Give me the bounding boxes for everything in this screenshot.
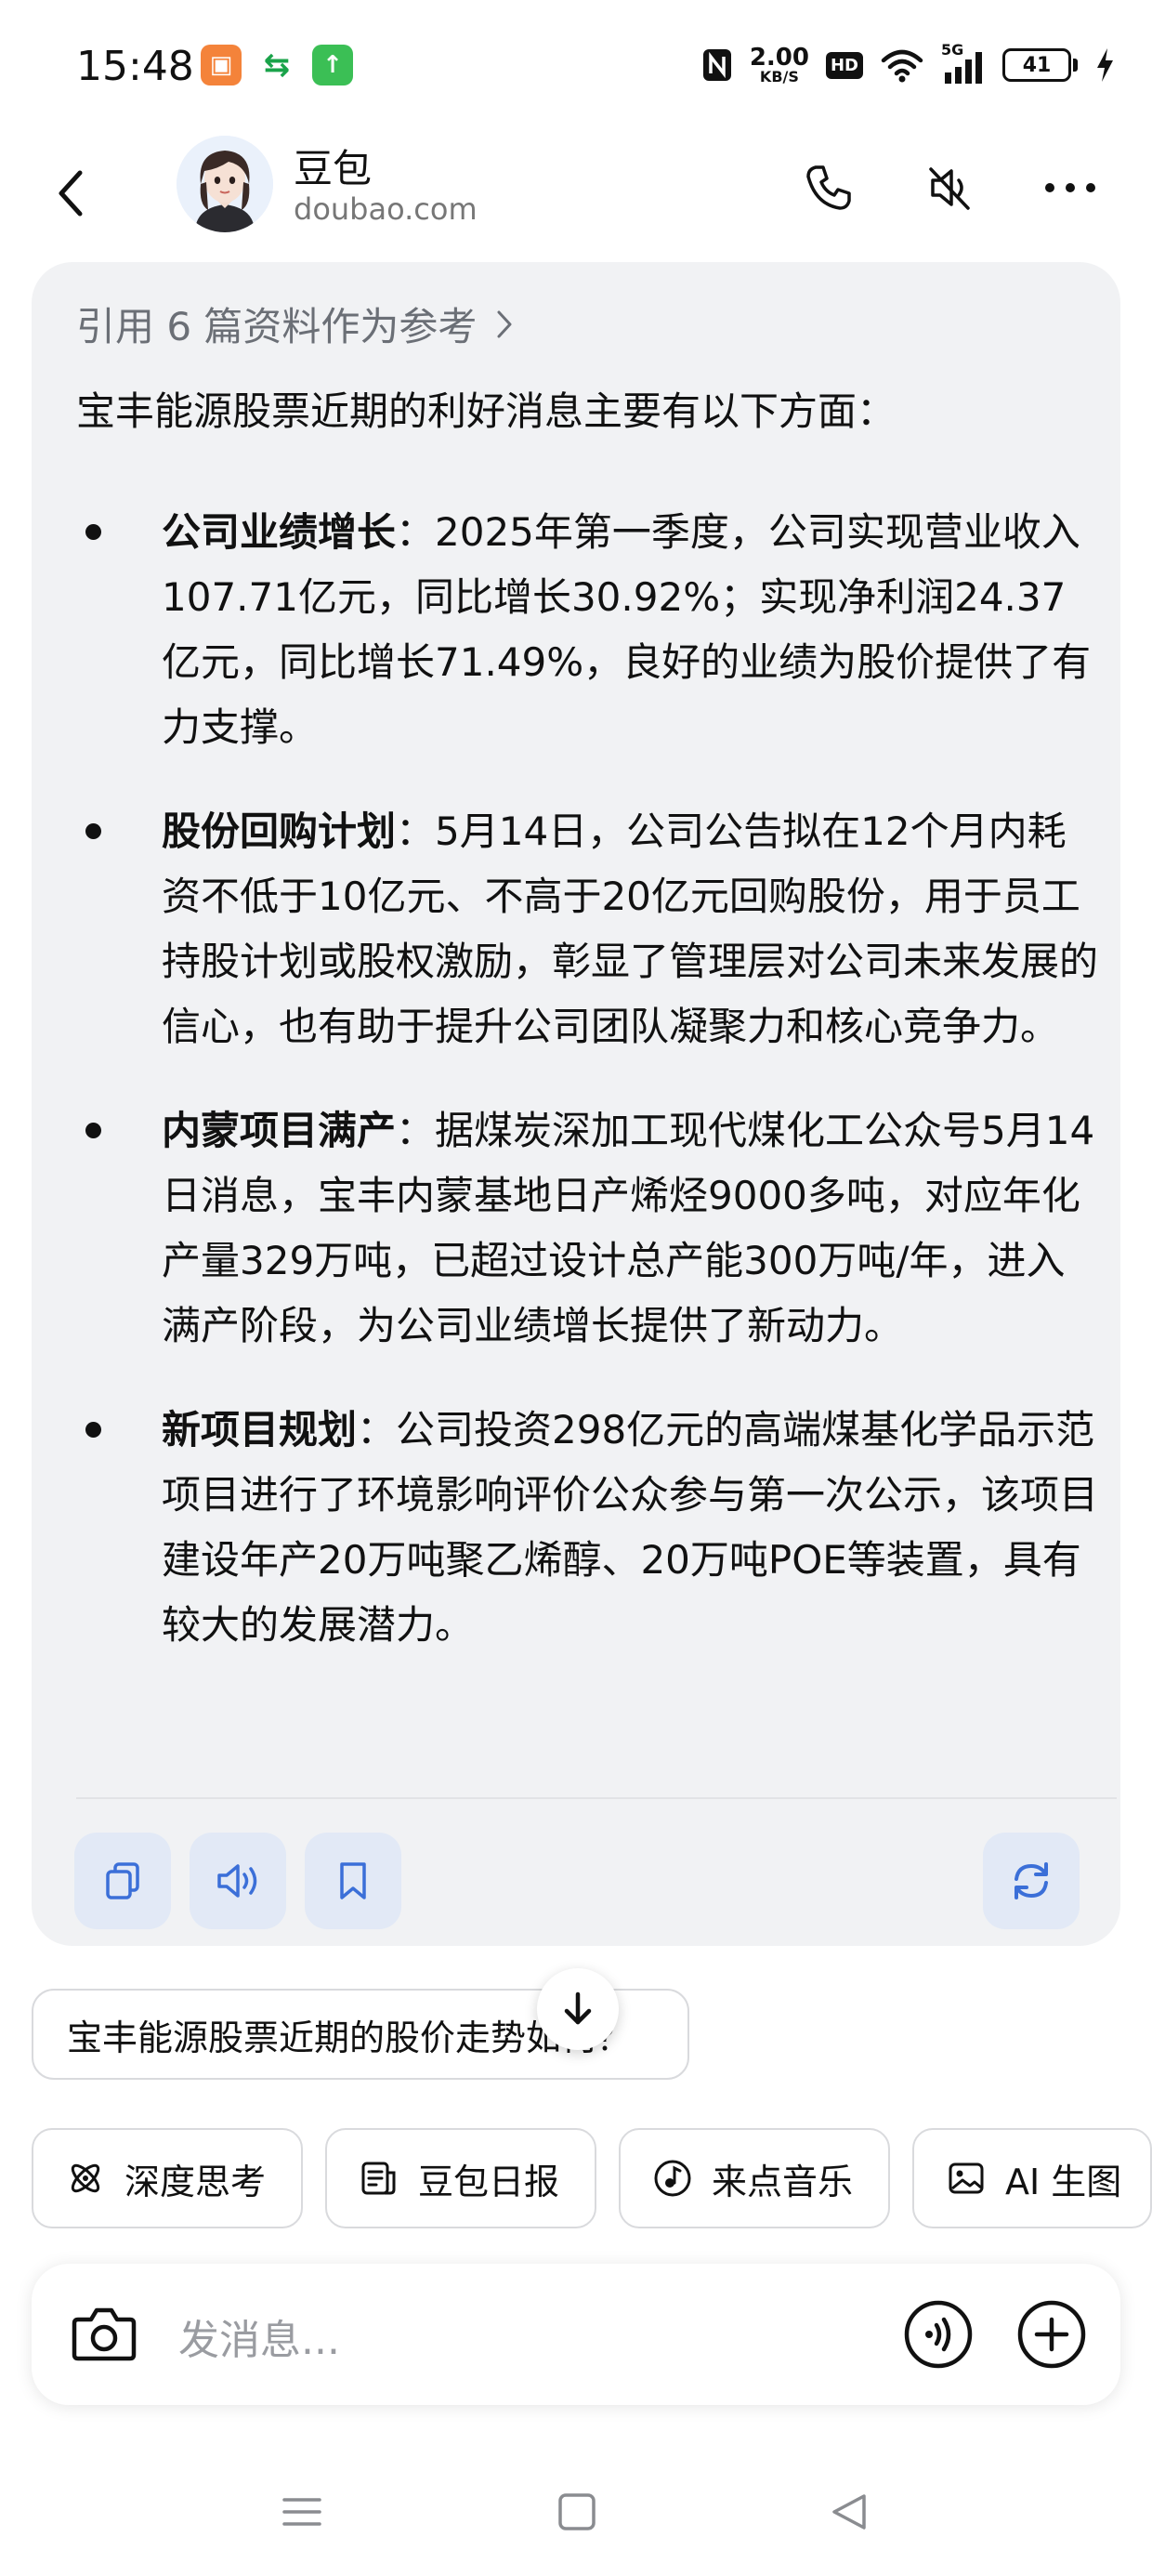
voice-input-icon[interactable] [903, 2299, 974, 2370]
bullet-item: 股份回购计划：5月14日，公司公告拟在12个月内耗资不低于10亿元、不高于20亿… [76, 799, 1098, 1059]
bullet-dot [85, 823, 101, 839]
bookmark-button[interactable] [305, 1833, 401, 1929]
chip-label: AI 生图 [1005, 2161, 1122, 2202]
network-speed: 2.00 KB/S [749, 44, 809, 85]
speaker-icon [217, 1864, 257, 1898]
notification-app-icon-2: ⇆ [256, 45, 297, 85]
plus-circle-icon[interactable] [1016, 2299, 1087, 2370]
refresh-icon [1015, 1862, 1048, 1899]
system-navigation-bar [0, 2453, 1152, 2576]
music-icon [654, 2160, 691, 2197]
bullet-dot [85, 524, 101, 540]
battery-icon: 41 [1002, 48, 1078, 82]
read-aloud-button[interactable] [190, 1833, 286, 1929]
references-label: 引用 6 篇资料作为参考 [76, 304, 478, 349]
status-time: 15:48 [76, 43, 194, 90]
chip-label: 深度思考 [124, 2161, 267, 2202]
speaker-muted-icon [929, 167, 970, 210]
notification-app-icon-3: ↑ [312, 45, 353, 85]
camera-icon[interactable] [69, 2301, 139, 2368]
phone-icon [806, 165, 851, 210]
arrow-down-icon [564, 1991, 592, 2025]
card-divider [76, 1797, 1117, 1799]
nfc-icon [702, 49, 731, 81]
back-triangle-icon[interactable] [827, 2489, 873, 2535]
assistant-message-card: 引用 6 篇资料作为参考 宝丰能源股票近期的利好消息主要有以下方面： 公司业绩增… [32, 262, 1120, 1946]
newspaper-icon [361, 2162, 396, 2195]
bot-domain: doubao.com [294, 191, 478, 227]
bookmark-icon [340, 1862, 366, 1899]
avatar[interactable] [177, 136, 273, 232]
status-bar: 15:48 ▣ ⇆ ↑ 2.00 KB/S HD 5G 41 [0, 0, 1152, 130]
image-icon [949, 2162, 984, 2194]
mute-speaker-button[interactable] [920, 158, 979, 217]
bullet-item: 公司业绩增长：2025年第一季度，公司实现营业收入107.71亿元，同比增长30… [76, 500, 1098, 760]
notification-app-icon-1: ▣ [201, 45, 242, 85]
message-input[interactable]: 发消息... [178, 2307, 340, 2366]
more-dots-icon [1045, 183, 1095, 192]
battery-level: 41 [1022, 53, 1052, 77]
bullet-list: 公司业绩增长：2025年第一季度，公司实现营业收入107.71亿元，同比增长30… [76, 500, 1098, 1697]
chevron-right-icon [497, 310, 512, 337]
bullet-title: 新项目规划 [162, 1407, 358, 1452]
cellular-signal-icon: 5G [941, 41, 986, 85]
regenerate-button[interactable] [983, 1833, 1080, 1929]
chip-ai-image[interactable]: AI 生图 [912, 2128, 1152, 2228]
phone-call-button[interactable] [799, 158, 858, 217]
chip-deep-thinking[interactable]: 深度思考 [32, 2128, 303, 2228]
chip-label: 豆包日报 [418, 2161, 560, 2202]
hd-badge: HD [825, 51, 863, 79]
message-input-bar: 发消息... [32, 2264, 1120, 2405]
message-intro: 宝丰能源股票近期的利好消息主要有以下方面： [76, 388, 897, 434]
copy-button[interactable] [74, 1833, 171, 1929]
menu-lines-icon[interactable] [279, 2489, 325, 2535]
copy-icon [106, 1862, 139, 1899]
references-link[interactable]: 引用 6 篇资料作为参考 [76, 296, 514, 352]
bullet-item: 内蒙项目满产：据煤炭深加工现代煤化工公众号5月14日消息，宝丰内蒙基地日产烯烃9… [76, 1098, 1098, 1359]
bullet-dot [85, 1123, 101, 1138]
status-icons: 2.00 KB/S HD 5G 41 [701, 37, 1115, 93]
charging-bolt-icon [1097, 48, 1113, 82]
back-arrow-icon[interactable] [45, 151, 100, 234]
bullet-title: 公司业绩增长 [162, 509, 397, 555]
scroll-to-bottom-button[interactable] [537, 1968, 619, 2050]
chip-label: 来点音乐 [712, 2161, 854, 2202]
wifi-icon [881, 49, 923, 83]
bullet-title: 股份回购计划 [162, 808, 397, 854]
bullet-dot [85, 1422, 101, 1438]
atom-icon [71, 2163, 100, 2193]
chat-header: 豆包 doubao.com [0, 130, 1152, 260]
chip-daily-news[interactable]: 豆包日报 [325, 2128, 596, 2228]
bot-name: 豆包 [294, 146, 373, 191]
home-square-icon[interactable] [554, 2489, 600, 2535]
chip-music[interactable]: 来点音乐 [619, 2128, 890, 2228]
bullet-title: 内蒙项目满产 [162, 1108, 397, 1153]
more-options-button[interactable] [1041, 158, 1100, 217]
bullet-item: 新项目规划：公司投资298亿元的高端煤基化学品示范项目进行了环境影响评价公众参与… [76, 1398, 1098, 1658]
